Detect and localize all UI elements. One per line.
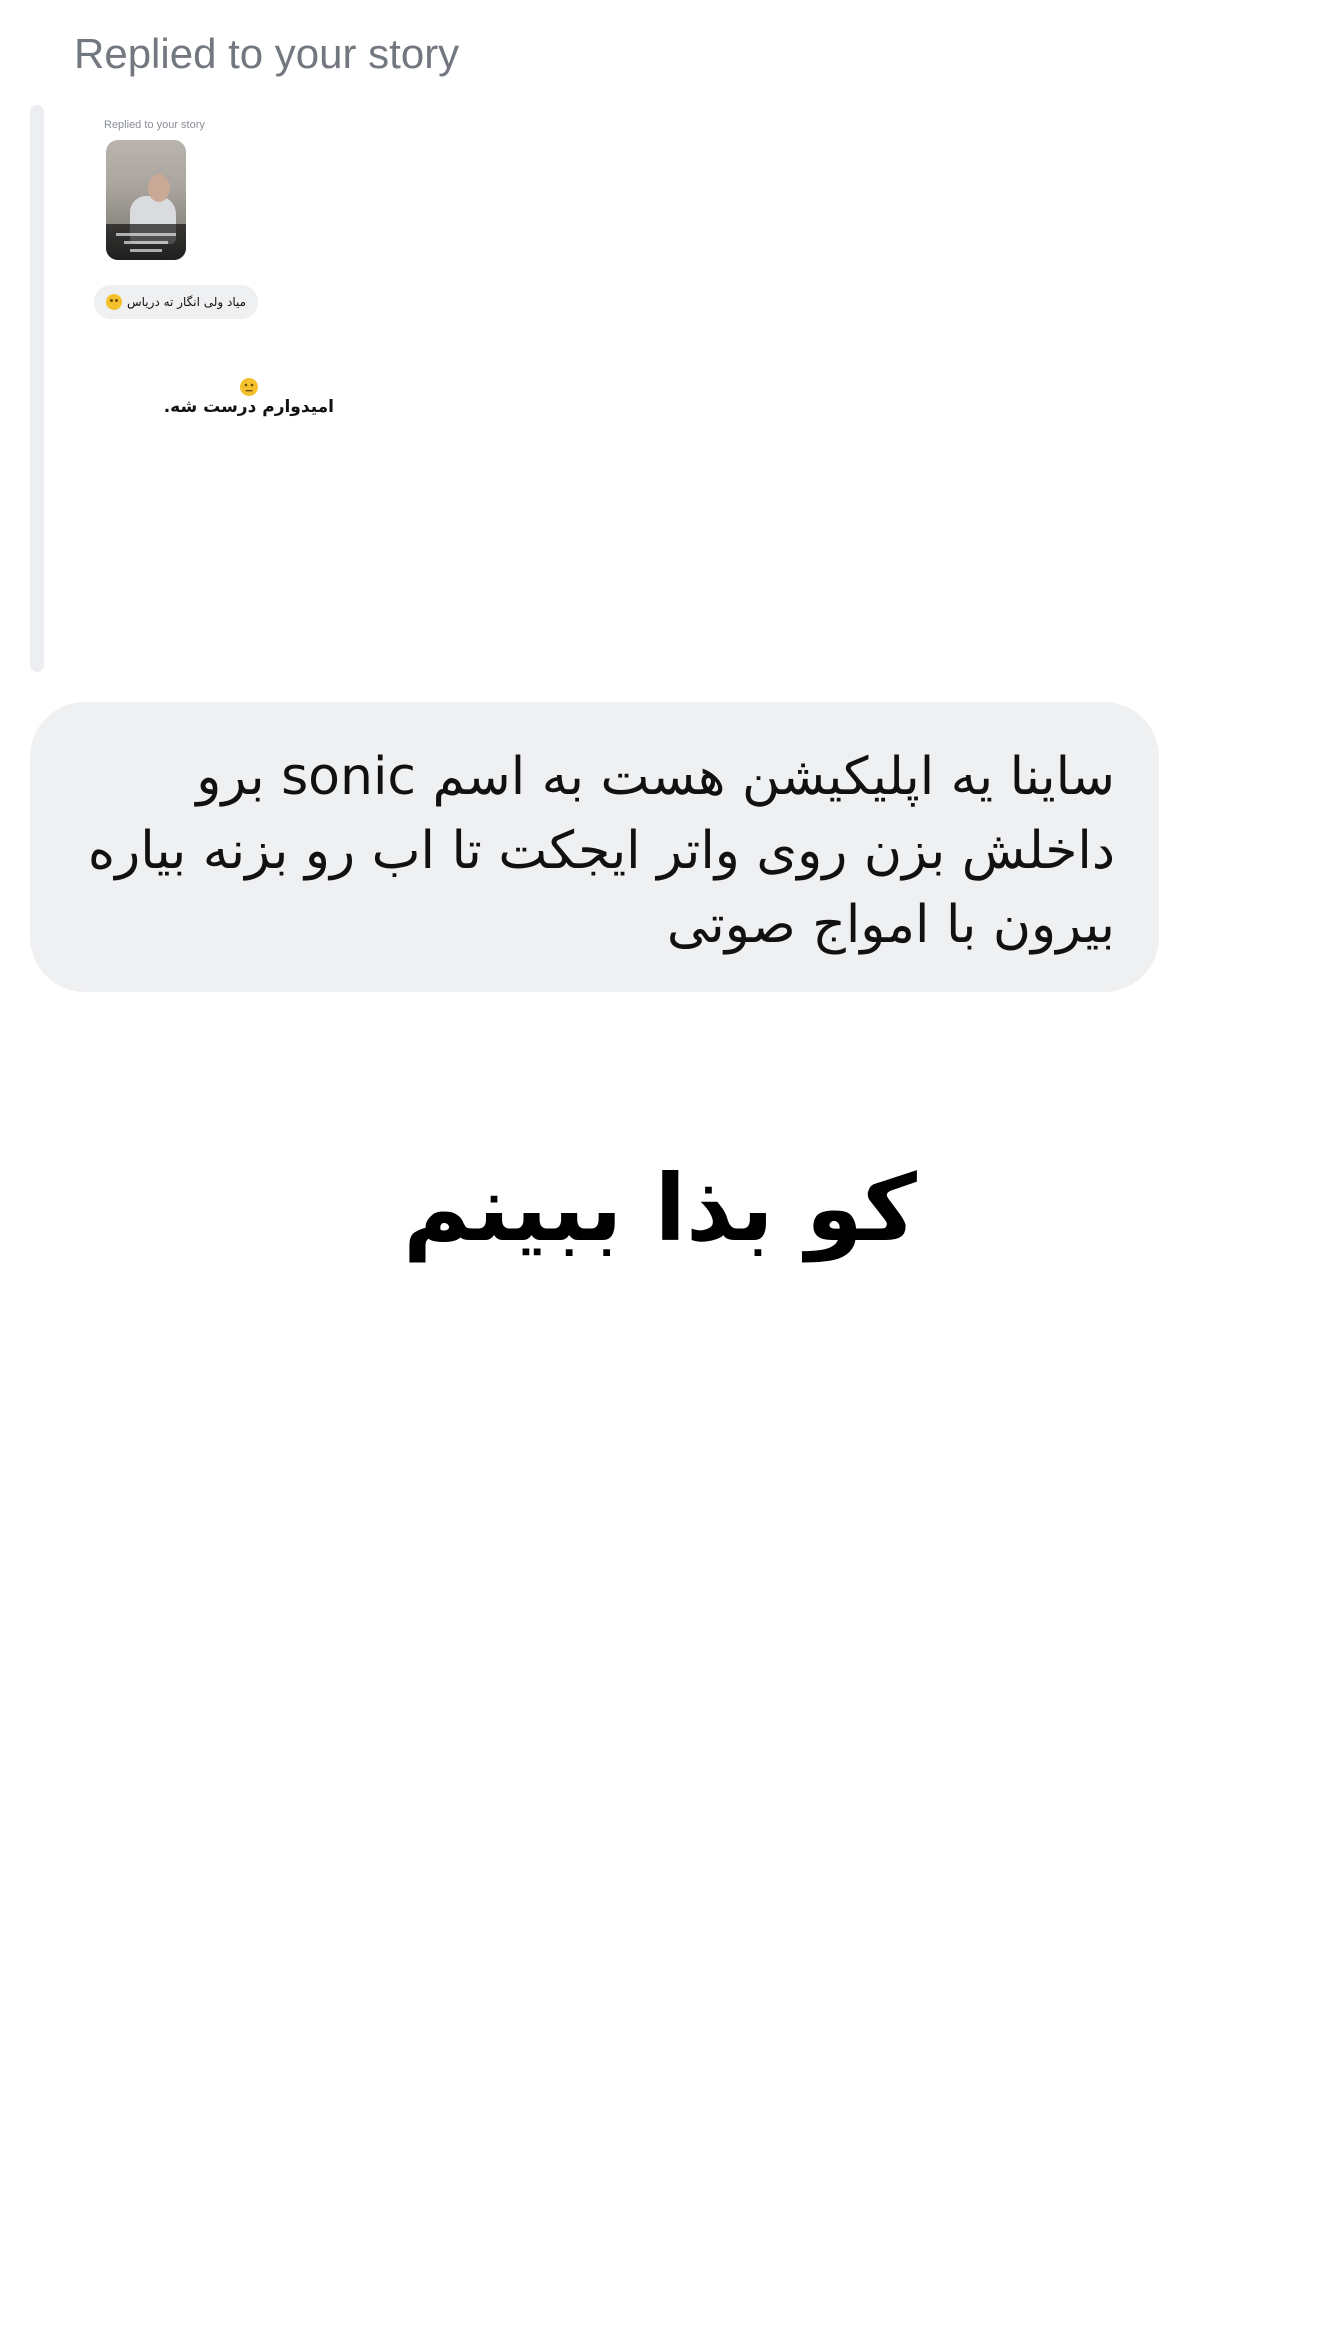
caption-line: [130, 249, 162, 252]
reply-label: Replied to your story: [74, 30, 460, 77]
message-line: ساینا یه اپلیکیشن هست به اسم sonic برو: [196, 747, 1115, 807]
story-text: امیدوارم درست شه.: [163, 397, 334, 417]
smiling-face-emoji-icon: [106, 294, 122, 310]
quoted-story[interactable]: Replied to your story میاد ولی انگار ته …: [84, 105, 364, 425]
thumbnail-caption-band: [106, 224, 186, 260]
message-line: بیرون با امواج صوتی: [666, 895, 1115, 955]
neutral-face-emoji-icon: [240, 378, 258, 396]
message-bubble[interactable]: ساینا یه اپلیکیشن هست به اسم sonic برو د…: [30, 702, 1159, 992]
quoted-message-bubble: میاد ولی انگار ته دریاس: [94, 285, 259, 319]
message-line: داخلش بزن روی واتر ایجکت تا اب رو بزنه ب…: [87, 821, 1115, 881]
quoted-story-label: Replied to your story: [104, 119, 205, 131]
caption-line: [116, 233, 176, 236]
overlay-text: کو بذا ببینم: [403, 1155, 917, 1262]
quoted-message-text: میاد ولی انگار ته دریاس: [127, 295, 247, 309]
quote-bar: [30, 105, 44, 672]
quoted-story-thumbnail[interactable]: [106, 140, 186, 260]
thumbnail-person-head: [148, 174, 170, 202]
caption-line: [124, 241, 168, 244]
